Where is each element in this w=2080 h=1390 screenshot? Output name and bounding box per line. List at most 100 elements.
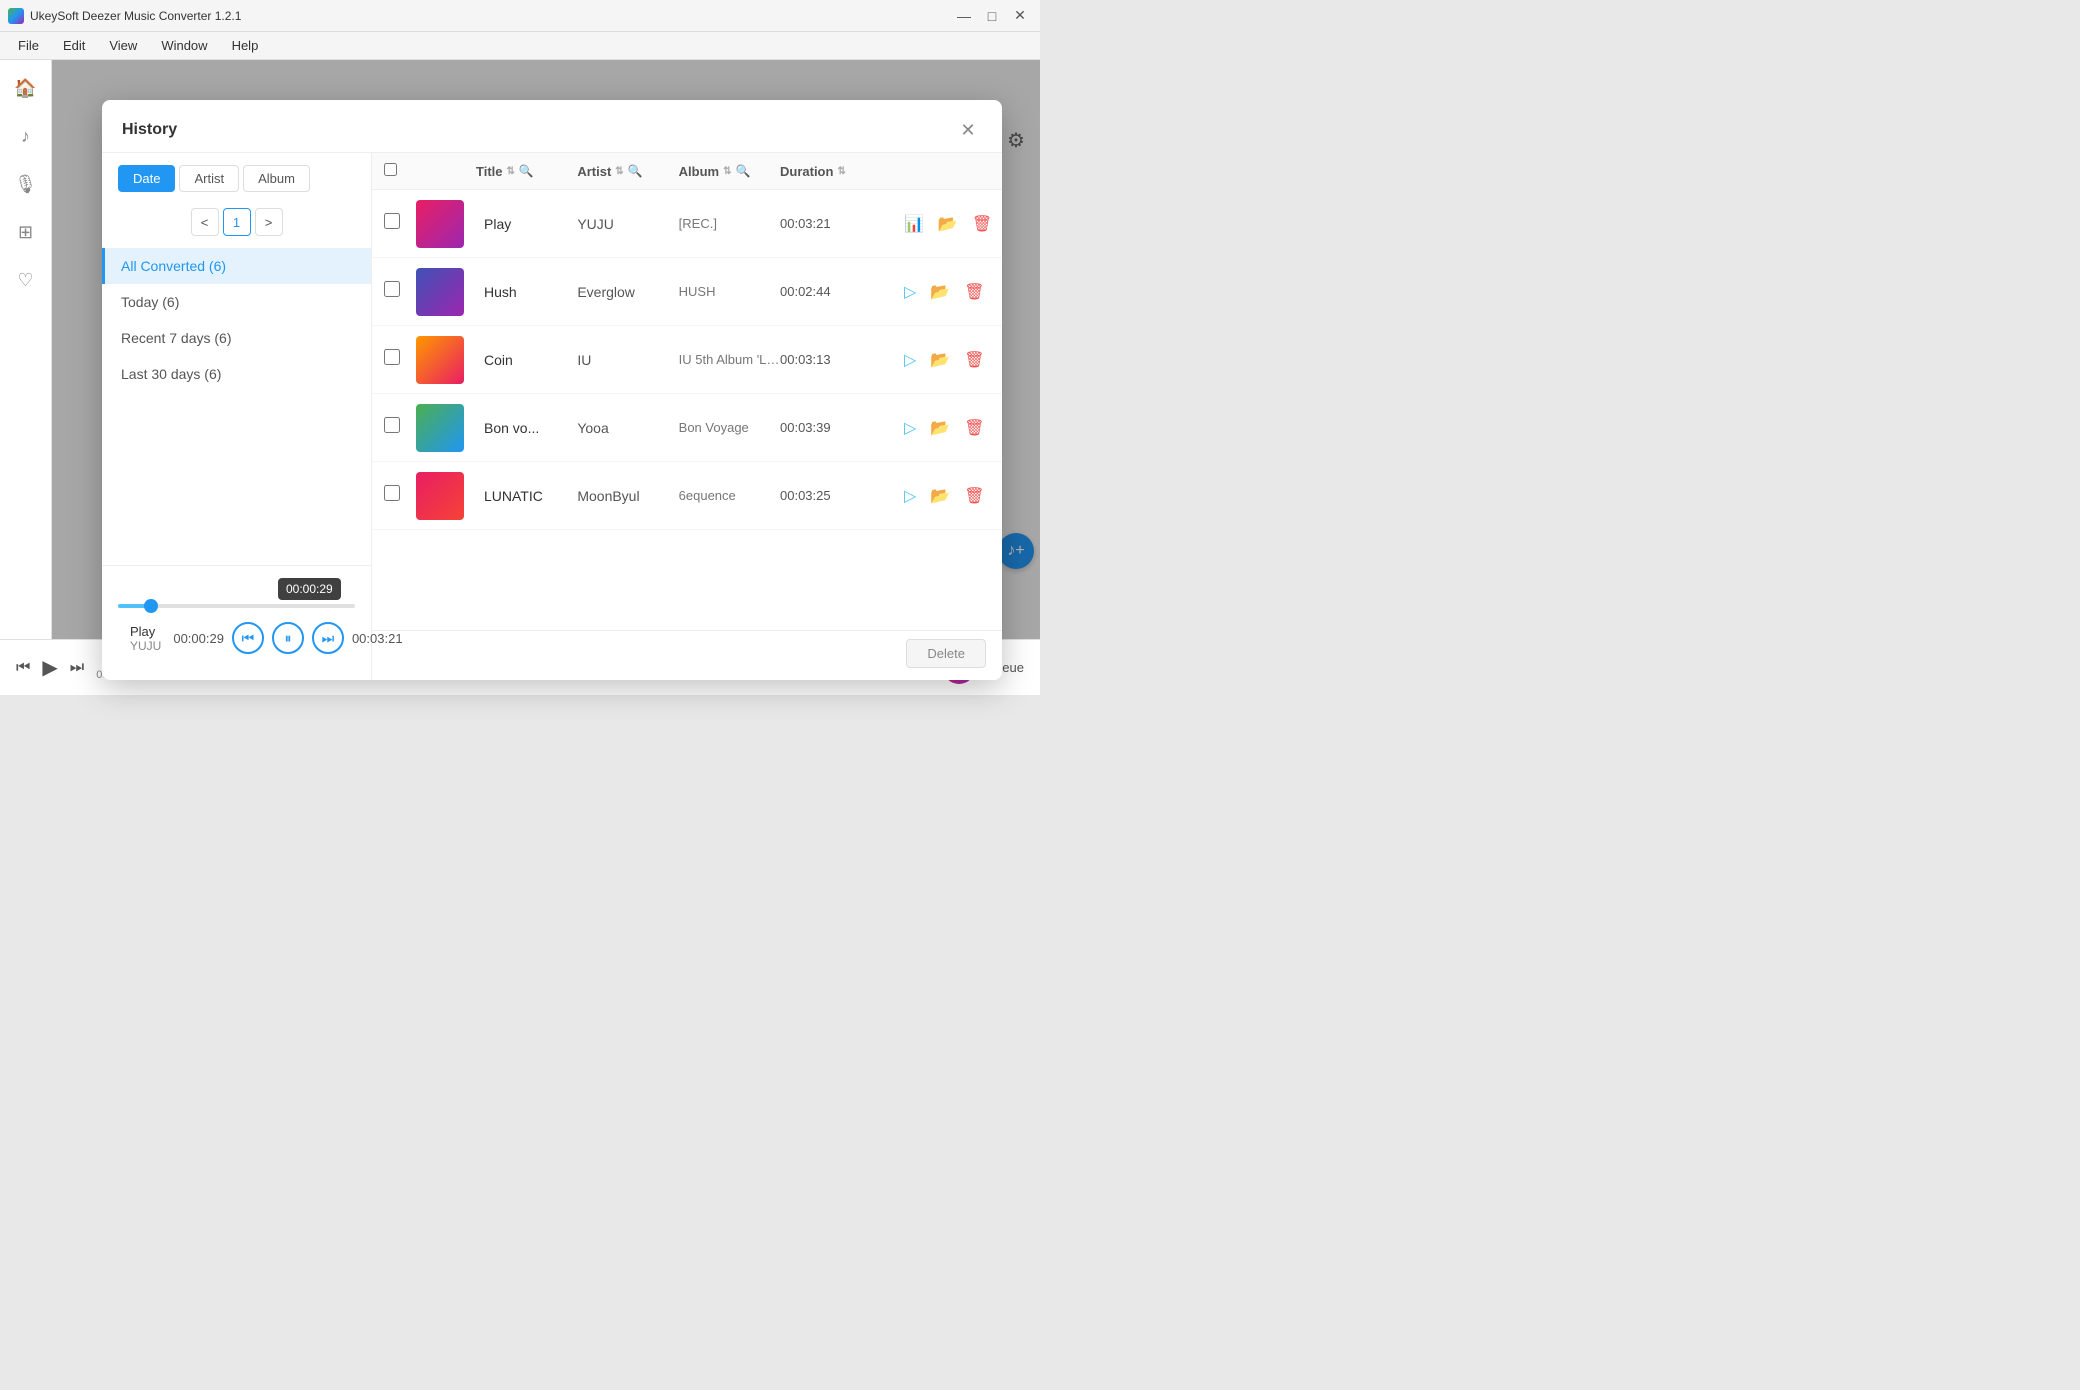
row-2-delete-button[interactable]: 🗑 — [960, 278, 988, 306]
row-3-delete-button[interactable]: 🗑 — [960, 346, 988, 374]
row-5-thumbnail — [416, 472, 464, 520]
history-dialog: History ✕ Date Artist Album < 1 — [102, 100, 1002, 680]
row-5-checkbox-cell — [384, 485, 416, 506]
row-4-folder-button[interactable]: 📂 — [926, 414, 954, 442]
row-2-folder-button[interactable]: 📂 — [926, 278, 954, 306]
left-panel: Date Artist Album < 1 > All Converted (6… — [102, 153, 372, 680]
filter-tab-artist[interactable]: Artist — [179, 165, 239, 192]
page-current-button[interactable]: 1 — [223, 208, 251, 236]
filter-tab-date[interactable]: Date — [118, 165, 175, 192]
player-controls: ⏮ ▶ ⏭ — [16, 655, 84, 680]
album-search-icon[interactable]: 🔍 — [736, 164, 751, 178]
row-1-artist: YUJU — [577, 216, 678, 232]
left-sidebar: 🏠 ♪ 🎙 ⊞ ♡ — [0, 60, 52, 639]
maximize-button[interactable]: □ — [980, 4, 1004, 28]
next-track-button[interactable]: ⏭ — [312, 622, 344, 654]
playback-thumb[interactable] — [144, 599, 158, 613]
player-play-button[interactable]: ▶ — [42, 655, 57, 680]
row-1-album: [REC.] — [679, 216, 780, 231]
row-1-checkbox[interactable] — [384, 213, 400, 229]
app-layout: 🏠 ♪ 🎙 ⊞ ♡ ⚙ History ✕ Date — [0, 60, 1040, 639]
menu-view[interactable]: View — [99, 36, 147, 55]
player-prev-button[interactable]: ⏮ — [16, 659, 30, 677]
player-next-button[interactable]: ⏭ — [70, 659, 84, 677]
category-last-30days[interactable]: Last 30 days (6) — [102, 356, 371, 392]
table-row: Play YUJU [REC.] 00:03:21 📊 📂 🗑 — [372, 190, 1002, 258]
current-time-display: 00:00:29 — [173, 631, 224, 646]
dialog-header: History ✕ — [102, 100, 1002, 153]
close-button[interactable]: ✕ — [1008, 4, 1032, 28]
title-bar: UkeySoft Deezer Music Converter 1.2.1 — … — [0, 0, 1040, 32]
row-1-waveform-button[interactable]: 📊 — [900, 210, 928, 238]
duration-sort-icon[interactable]: ⇅ — [837, 166, 845, 177]
menu-file[interactable]: File — [8, 36, 49, 55]
row-3-title: Coin — [476, 352, 577, 368]
row-4-checkbox-cell — [384, 417, 416, 438]
select-all-header — [384, 163, 416, 179]
row-3-folder-button[interactable]: 📂 — [926, 346, 954, 374]
row-3-checkbox[interactable] — [384, 349, 400, 365]
row-2-play-button[interactable]: ▷ — [900, 278, 920, 306]
row-3-artist: IU — [577, 352, 678, 368]
row-5-delete-button[interactable]: 🗑 — [960, 482, 988, 510]
app-icon — [8, 8, 24, 24]
row-5-checkbox[interactable] — [384, 485, 400, 501]
row-5-title: LUNATIC — [476, 488, 577, 504]
row-5-play-button[interactable]: ▷ — [900, 482, 920, 510]
row-2-actions: ▷ 📂 🗑 — [900, 278, 990, 306]
row-3-play-button[interactable]: ▷ — [900, 346, 920, 374]
select-all-checkbox[interactable] — [384, 163, 397, 176]
title-search-icon[interactable]: 🔍 — [519, 164, 534, 178]
minimize-button[interactable]: — — [952, 4, 976, 28]
row-5-actions: ▷ 📂 🗑 — [900, 482, 990, 510]
right-panel: Title ⇅ 🔍 Artist ⇅ 🔍 Album ⇅ 🔍 — [372, 153, 1002, 680]
row-4-play-button[interactable]: ▷ — [900, 414, 920, 442]
table-row: Bon vo... Yooa Bon Voyage 00:03:39 ▷ 📂 🗑 — [372, 394, 1002, 462]
row-1-title: Play — [476, 216, 577, 232]
category-recent-7days[interactable]: Recent 7 days (6) — [102, 320, 371, 356]
menu-bar: File Edit View Window Help — [0, 32, 1040, 60]
prev-track-button[interactable]: ⏮ — [232, 622, 264, 654]
now-playing-artist: YUJU — [130, 639, 161, 653]
row-4-delete-button[interactable]: 🗑 — [960, 414, 988, 442]
menu-edit[interactable]: Edit — [53, 36, 95, 55]
sidebar-icon-home[interactable]: 🏠 — [6, 68, 46, 108]
row-2-title: Hush — [476, 284, 577, 300]
menu-help[interactable]: Help — [222, 36, 269, 55]
row-1-duration: 00:03:21 — [780, 216, 900, 231]
album-sort-icon[interactable]: ⇅ — [723, 166, 731, 177]
filter-tabs: Date Artist Album — [102, 165, 371, 204]
filter-tab-album[interactable]: Album — [243, 165, 310, 192]
menu-window[interactable]: Window — [151, 36, 217, 55]
table-row: LUNATIC MoonByul 6equence 00:03:25 ▷ 📂 🗑 — [372, 462, 1002, 530]
row-1-folder-button[interactable]: 📂 — [934, 210, 962, 238]
delete-all-button[interactable]: Delete — [906, 639, 986, 668]
playback-info-row: Play YUJU 00:00:29 ⏮ ⏸ ⏭ 00:03:21 — [118, 616, 355, 660]
dialog-close-button[interactable]: ✕ — [954, 116, 982, 144]
artist-search-icon[interactable]: 🔍 — [628, 164, 643, 178]
page-prev-button[interactable]: < — [191, 208, 219, 236]
row-2-album: HUSH — [679, 284, 780, 299]
row-2-checkbox[interactable] — [384, 281, 400, 297]
sidebar-icon-favorites[interactable]: ♡ — [6, 260, 46, 300]
pause-button[interactable]: ⏸ — [272, 622, 304, 654]
title-sort-icon[interactable]: ⇅ — [507, 166, 515, 177]
row-5-folder-button[interactable]: 📂 — [926, 482, 954, 510]
category-all-converted[interactable]: All Converted (6) — [102, 248, 371, 284]
row-3-checkbox-cell — [384, 349, 416, 370]
sidebar-icon-grid[interactable]: ⊞ — [6, 212, 46, 252]
row-1-delete-button[interactable]: 🗑 — [968, 210, 996, 238]
row-4-thumbnail — [416, 404, 464, 452]
playback-slider[interactable] — [118, 604, 355, 608]
row-4-artist: Yooa — [577, 420, 678, 436]
sidebar-icon-music[interactable]: ♪ — [6, 116, 46, 156]
dialog-body: Date Artist Album < 1 > All Converted (6… — [102, 153, 1002, 680]
page-next-button[interactable]: > — [255, 208, 283, 236]
row-4-checkbox[interactable] — [384, 417, 400, 433]
sidebar-icon-mic[interactable]: 🎙 — [6, 164, 46, 204]
row-5-artist: MoonByul — [577, 488, 678, 504]
playback-tooltip: 00:00:29 — [278, 578, 341, 600]
artist-sort-icon[interactable]: ⇅ — [615, 166, 623, 177]
category-today[interactable]: Today (6) — [102, 284, 371, 320]
row-2-artist: Everglow — [577, 284, 678, 300]
